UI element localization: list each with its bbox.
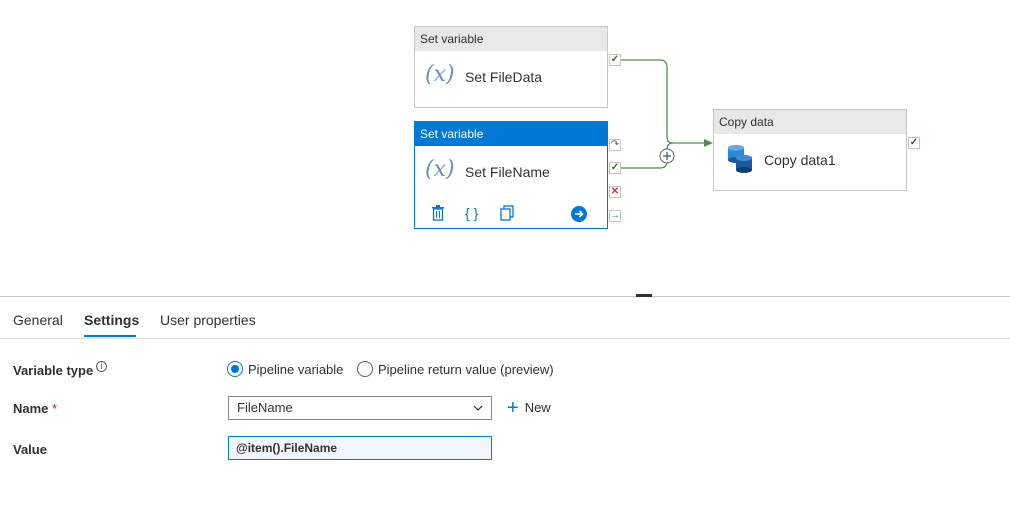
variable-type-label: Variable type [13,363,94,378]
new-variable-button[interactable]: + New [507,397,551,420]
resize-handle[interactable] [636,294,652,297]
pipeline-return-value-label[interactable]: Pipeline return value (preview) [378,362,554,377]
active-tab-indicator [84,335,136,337]
tab-general[interactable]: General [13,312,63,328]
success-port-icon[interactable]: ✓ [609,54,621,66]
value-label: Value [13,442,47,457]
info-icon: i [96,361,107,372]
name-label: Name * [13,401,57,416]
tab-settings[interactable]: Settings [84,312,139,328]
pipeline-variable-label[interactable]: Pipeline variable [248,362,343,377]
properties-tabs: General Settings User properties [0,300,1010,339]
success-port-icon[interactable]: ✓ [908,137,920,149]
go-to-activity-icon[interactable] [571,206,587,225]
skip-port-icon[interactable]: ↷ [609,139,621,151]
name-label-text: Name [13,401,49,416]
code-braces-icon[interactable]: { } [465,205,478,221]
connection-setfiledata-to-copydata [621,59,710,144]
activity-set-filedata[interactable]: Set variable (x) Set FileData [414,26,608,108]
activity-name: Copy data1 [764,152,836,168]
fx-icon: (x) [425,157,455,182]
variable-name-dropdown[interactable]: FileName [228,396,492,420]
activity-copy-data1[interactable]: Copy data Copy data1 [713,109,907,191]
connection-arrowhead [704,139,713,147]
required-asterisk: * [52,401,58,416]
fx-icon: (x) [425,62,455,87]
panel-divider [0,296,1010,297]
pipeline-return-value-radio[interactable] [357,361,373,377]
activity-name: Set FileName [465,164,550,180]
activity-name: Set FileData [465,69,543,85]
activity-type-label: Set variable [415,27,607,51]
completion-port-icon[interactable]: → [609,210,621,222]
plus-icon: + [507,397,519,419]
copy-icon[interactable] [500,205,515,224]
failure-port-icon[interactable]: ✕ [609,186,621,198]
value-expression-input[interactable]: @item().FileName [228,436,492,460]
database-icon [726,144,754,179]
activity-type-label: Set variable [415,122,607,146]
chevron-down-icon [473,397,483,427]
success-port-icon[interactable]: ✓ [609,162,621,174]
delete-icon[interactable] [431,205,445,224]
activity-type-label: Copy data [714,110,906,134]
activity-set-filename[interactable]: Set variable (x) Set FileName { } [414,121,608,229]
pipeline-canvas[interactable]: Set variable (x) Set FileData ✓ Set vari… [0,0,1010,296]
new-variable-label: New [524,399,551,415]
variable-name-value: FileName [237,400,293,415]
tab-user-properties[interactable]: User properties [160,312,256,328]
pipeline-variable-radio[interactable] [227,361,243,377]
